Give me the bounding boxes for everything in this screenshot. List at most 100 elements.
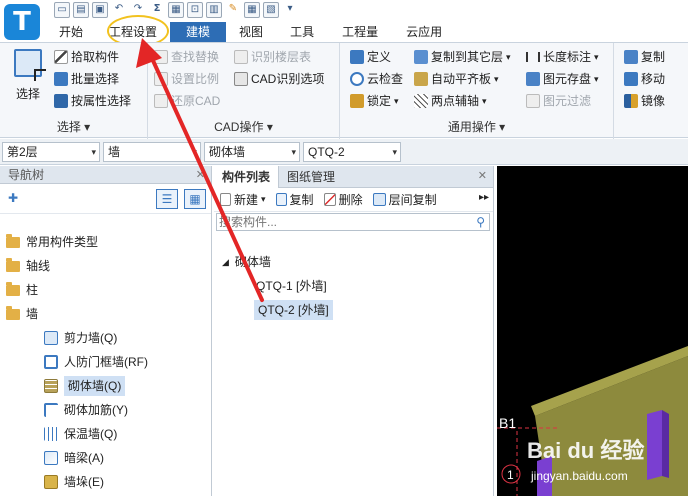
tree-category-common[interactable]: 常用构件类型 xyxy=(6,232,98,252)
dimension-icon xyxy=(526,52,540,62)
save-elements-button[interactable]: 图元存盘 ▾ xyxy=(526,69,599,89)
zoom-window-icon[interactable]: ⊡ xyxy=(187,2,203,18)
calc-report-icon[interactable]: ▦ xyxy=(168,2,184,18)
length-dimension-button[interactable]: 长度标注 ▾ xyxy=(526,47,599,67)
copy-between-floors-button[interactable]: 层间复制 xyxy=(372,191,437,208)
define-icon xyxy=(350,50,364,64)
tree-item-masonry-reinforcement[interactable]: 砌体加筋(Y) xyxy=(44,400,128,420)
delete-component-button[interactable]: 删除 xyxy=(323,191,363,208)
new-file-icon[interactable]: ▭ xyxy=(54,2,70,18)
cloud-icon xyxy=(350,72,364,86)
search-icon[interactable]: ⚲ xyxy=(476,214,485,230)
table-icon[interactable]: ▦ xyxy=(244,2,260,18)
tab-view[interactable]: 视图 xyxy=(226,22,276,42)
lock-icon xyxy=(350,94,364,108)
folder-open-icon xyxy=(6,305,20,320)
component-list-tabs: 构件列表 图纸管理 ✕ xyxy=(214,166,493,188)
tree-category-wall[interactable]: 墙 xyxy=(6,304,38,324)
component-group-masonry-wall[interactable]: ◢ 砌体墙 xyxy=(222,252,271,272)
identify-floor-table-button[interactable]: 识别楼层表 xyxy=(234,47,311,67)
3d-viewport[interactable]: B1 1 Bai du 经验 jingyan.baidu.com xyxy=(497,166,688,496)
column-model-side xyxy=(662,410,669,478)
copy-component-button[interactable]: 复制 xyxy=(275,191,314,208)
open-folder-icon[interactable]: ▤ xyxy=(73,2,89,18)
new-component-button[interactable]: 新建 ▾ xyxy=(220,191,266,208)
tree-item-civil-defense-door-wall[interactable]: 人防门框墙(RF) xyxy=(44,352,148,372)
component-subtype-select[interactable]: 砌体墙 ▾ xyxy=(204,142,300,162)
3d-model-drawing: B1 1 Bai du 经验 jingyan.baidu.com xyxy=(497,346,688,496)
batch-select-icon xyxy=(54,72,68,86)
tab-drawing-management[interactable]: 图纸管理 xyxy=(279,166,343,188)
tab-start[interactable]: 开始 xyxy=(46,22,96,42)
batch-select-button[interactable]: 批量选择 xyxy=(54,69,119,89)
grid-view-icon[interactable]: ▦ xyxy=(184,189,206,209)
component-list-panel: 构件列表 图纸管理 ✕ 新建▾ 复制 删除 层间复制 ▸▸ ⚲ ◢ 砌体墙 QT… xyxy=(214,166,494,496)
layout-icon[interactable]: ▧ xyxy=(263,2,279,18)
collapse-arrow-icon[interactable]: ◢ xyxy=(222,252,229,272)
select-by-attribute-button[interactable]: 按属性选择 xyxy=(54,91,131,111)
filter-icon xyxy=(526,94,540,108)
lock-button[interactable]: 锁定 ▾ xyxy=(350,91,399,111)
floor-copy-icon xyxy=(372,193,386,206)
tree-item-masonry-wall[interactable]: 砌体墙(Q) xyxy=(44,376,126,396)
find-replace-button[interactable]: 查找替换 xyxy=(154,47,219,67)
folder-icon xyxy=(6,281,20,296)
component-type-select[interactable]: 墙 ▾ xyxy=(103,142,201,162)
new-icon xyxy=(220,193,231,206)
attribute-select-icon xyxy=(54,94,68,108)
tree-category-column[interactable]: 柱 xyxy=(6,280,38,300)
ribbon-group-select-title: 选择 ▾ xyxy=(56,120,91,134)
close-icon[interactable]: ✕ xyxy=(196,166,205,184)
tab-component-list[interactable]: 构件列表 xyxy=(214,166,280,188)
tab-tools[interactable]: 工具 xyxy=(276,22,328,42)
grid-icon[interactable]: ▥ xyxy=(206,2,222,18)
app-logo-icon[interactable]: T xyxy=(4,4,40,40)
ribbon-group-edit: 复制 移动 镜像 xyxy=(614,43,688,139)
copy-button[interactable]: 复制 xyxy=(624,47,665,67)
more-tools-icon[interactable]: ▸▸ xyxy=(479,192,489,203)
shear-wall-icon xyxy=(44,331,58,345)
list-view-icon[interactable]: ☰ xyxy=(156,189,178,209)
auto-align-slab-button[interactable]: 自动平齐板 ▾ xyxy=(414,69,499,89)
customize-qat-icon[interactable]: ▾ xyxy=(282,2,298,18)
move-button[interactable]: 移动 xyxy=(624,69,665,89)
floor-select[interactable]: 第2层 ▾ xyxy=(2,142,100,162)
two-point-aux-axis-button[interactable]: 两点辅轴 ▾ xyxy=(414,91,487,111)
tab-cloud[interactable]: 云应用 xyxy=(392,22,456,42)
tree-item-shear-wall[interactable]: 剪力墙(Q) xyxy=(44,328,117,348)
ribbon-group-cad: 查找替换 识别楼层表 设置比例 CAD识别选项 还原CAD CAD操作 ▾ xyxy=(148,43,340,139)
copy-to-other-floor-button[interactable]: 复制到其它层 ▾ xyxy=(414,47,511,67)
pencil-icon[interactable]: ✎ xyxy=(225,2,241,18)
set-scale-button[interactable]: 设置比例 xyxy=(154,69,219,89)
restore-cad-button[interactable]: 还原CAD xyxy=(154,91,220,111)
tab-quantities[interactable]: 工程量 xyxy=(328,22,392,42)
tree-item-hidden-beam[interactable]: 暗梁(A) xyxy=(44,448,104,468)
mirror-button[interactable]: 镜像 xyxy=(624,91,665,111)
tree-item-wall-pier[interactable]: 墙垛(E) xyxy=(44,472,104,492)
mirror-icon xyxy=(624,94,638,108)
tree-category-axis[interactable]: 轴线 xyxy=(6,256,50,276)
component-list-toolbar: 新建 ▾ 复制 删除 层间复制 ▸▸ xyxy=(214,188,493,212)
component-name-select[interactable]: QTQ-2 ▾ xyxy=(303,142,401,162)
tab-modeling[interactable]: 建模 xyxy=(170,22,227,42)
component-search-input[interactable] xyxy=(219,215,459,229)
pick-component-button[interactable]: 拾取构件 xyxy=(54,47,119,67)
define-button[interactable]: 定义 xyxy=(350,47,391,67)
add-icon[interactable]: ✚ xyxy=(8,191,18,205)
component-search-box[interactable]: ⚲ xyxy=(216,213,490,231)
close-icon[interactable]: ✕ xyxy=(478,169,487,182)
tree-item-insulation-wall[interactable]: 保温墙(Q) xyxy=(44,424,117,444)
cad-identify-options-button[interactable]: CAD识别选项 xyxy=(234,69,324,89)
insulation-wall-icon xyxy=(44,427,58,441)
element-filter-button[interactable]: 图元过滤 xyxy=(526,91,591,111)
select-button[interactable]: 选择 xyxy=(8,49,48,103)
cloud-check-button[interactable]: 云检查 xyxy=(350,69,403,89)
baidu-watermark: Bai du 经验 xyxy=(527,438,644,463)
cad-options-icon xyxy=(234,72,248,86)
quick-access-toolbar: ▭ ▤ ▣ ↶ ↷ Σ ▦ ⊡ ▥ ✎ ▦ ▧ ▾ xyxy=(54,2,298,20)
wall-pier-icon xyxy=(44,475,58,489)
component-item-qtq-1[interactable]: QTQ-1 [外墙] xyxy=(256,276,327,296)
save-icon[interactable]: ▣ xyxy=(92,2,108,18)
navigation-tree-toolbar: ✚ ☰ ▦ xyxy=(0,184,211,214)
component-item-qtq-2[interactable]: QTQ-2 [外墙] xyxy=(254,300,333,320)
